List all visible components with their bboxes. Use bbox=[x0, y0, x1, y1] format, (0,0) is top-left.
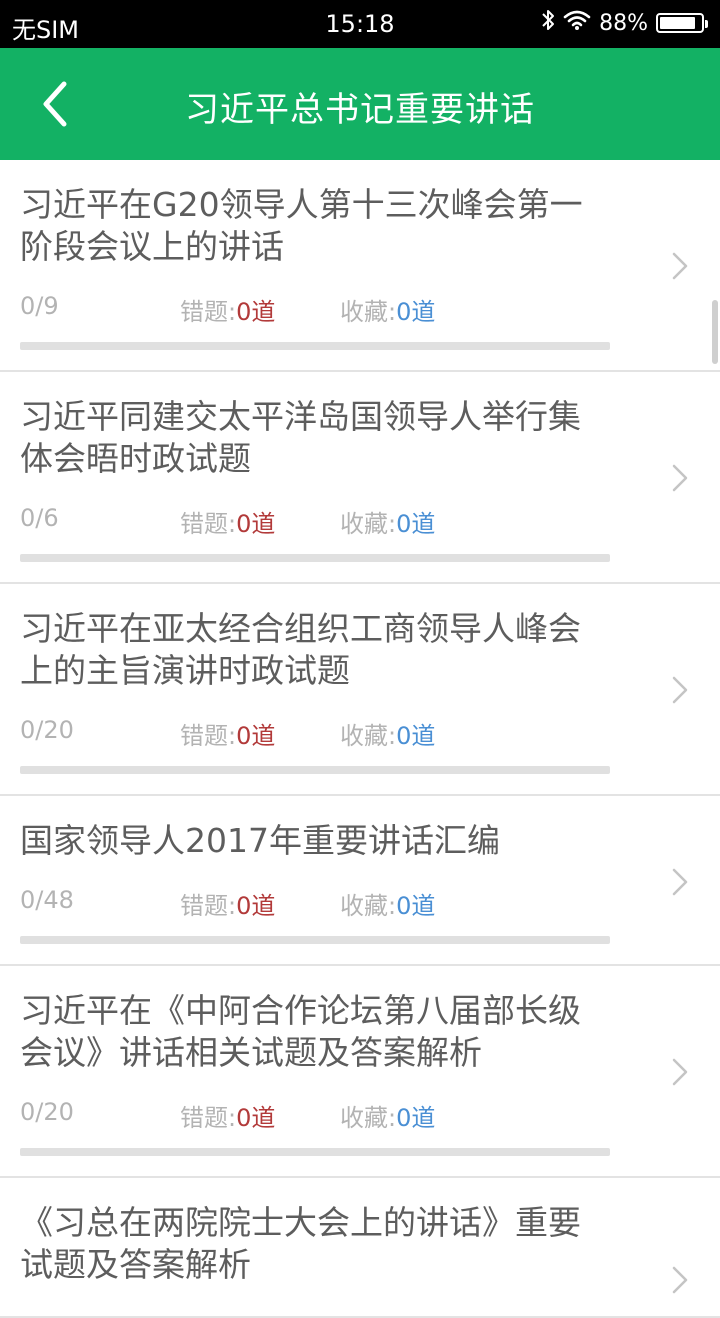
item-title: 《习总在两院院士大会上的讲话》重要试题及答案解析 bbox=[20, 1203, 581, 1284]
wrong-value: 0道 bbox=[236, 722, 276, 750]
progress-count: 0/20 bbox=[20, 1098, 74, 1126]
battery-icon bbox=[656, 13, 708, 33]
wrong-value: 0道 bbox=[236, 1104, 276, 1132]
wrong-value: 0道 bbox=[236, 510, 276, 538]
item-title: 国家领导人2017年重要讲话汇编 bbox=[20, 821, 500, 860]
wrong-value: 0道 bbox=[236, 892, 276, 920]
favorite-label: 收藏: bbox=[340, 298, 397, 326]
progress-bar bbox=[20, 1148, 610, 1156]
wrong-label: 错题: bbox=[180, 298, 237, 326]
page-title: 习近平总书记重要讲话 bbox=[185, 90, 535, 130]
favorite-label: 收藏: bbox=[340, 722, 397, 750]
wrong-count: 错题:0道 bbox=[180, 716, 275, 751]
wrong-count: 错题:0道 bbox=[180, 504, 275, 539]
bluetooth-icon bbox=[541, 8, 555, 38]
list-item[interactable]: 习近平在《中阿合作论坛第八届部长级会议》讲话相关试题及答案解析 0/20 错题:0道… bbox=[0, 966, 720, 1178]
list-item[interactable]: 国家领导人2017年重要讲话汇编 0/48 错题:0道 收藏:0道 bbox=[0, 796, 720, 966]
progress-bar bbox=[20, 554, 610, 562]
list-item[interactable]: 习近平在亚太经合组织工商领导人峰会上的主旨演讲时政试题 0/20 错题:0道 收藏:0… bbox=[0, 584, 720, 796]
progress-count: 0/20 bbox=[20, 716, 74, 744]
status-bar: 无SIM 15:18 88% bbox=[0, 0, 720, 48]
wrong-label: 错题: bbox=[180, 722, 237, 750]
wrong-count: 错题:0道 bbox=[180, 1098, 275, 1133]
progress-count: 0/6 bbox=[20, 504, 59, 532]
favorite-count: 收藏:0道 bbox=[340, 886, 435, 921]
status-icons: 88% bbox=[541, 8, 708, 38]
favorite-label: 收藏: bbox=[340, 1104, 397, 1132]
wrong-count: 错题:0道 bbox=[180, 292, 275, 327]
favorite-count: 收藏:0道 bbox=[340, 292, 435, 327]
battery-percent: 88% bbox=[599, 10, 648, 36]
chevron-right-icon bbox=[672, 464, 688, 492]
item-title: 习近平在亚太经合组织工商领导人峰会上的主旨演讲时政试题 bbox=[20, 609, 581, 690]
progress-count: 0/9 bbox=[20, 292, 59, 320]
wifi-icon bbox=[563, 9, 591, 37]
progress-bar bbox=[20, 766, 610, 774]
wrong-label: 错题: bbox=[180, 892, 237, 920]
wrong-label: 错题: bbox=[180, 510, 237, 538]
wrong-count: 错题:0道 bbox=[180, 886, 275, 921]
progress-bar bbox=[20, 936, 610, 944]
topic-list: 习近平在G20领导人第十三次峰会第一阶段会议上的讲话 0/9 错题:0道 收藏:0道习… bbox=[0, 160, 720, 1318]
battery-level bbox=[660, 17, 696, 29]
favorite-value: 0道 bbox=[396, 722, 436, 750]
wrong-label: 错题: bbox=[180, 1104, 237, 1132]
scrollbar[interactable] bbox=[712, 300, 718, 364]
chevron-right-icon bbox=[672, 1058, 688, 1086]
chevron-right-icon bbox=[672, 1266, 688, 1294]
favorite-count: 收藏:0道 bbox=[340, 1098, 435, 1133]
favorite-label: 收藏: bbox=[340, 510, 397, 538]
chevron-right-icon bbox=[672, 252, 688, 280]
favorite-count: 收藏:0道 bbox=[340, 716, 435, 751]
chevron-right-icon bbox=[672, 676, 688, 704]
wrong-value: 0道 bbox=[236, 298, 276, 326]
list-item[interactable]: 习近平在G20领导人第十三次峰会第一阶段会议上的讲话 0/9 错题:0道 收藏:0道 bbox=[0, 160, 720, 372]
nav-bar: 习近平总书记重要讲话 bbox=[0, 48, 720, 160]
favorite-value: 0道 bbox=[396, 892, 436, 920]
favorite-count: 收藏:0道 bbox=[340, 504, 435, 539]
progress-count: 0/48 bbox=[20, 886, 74, 914]
favorite-label: 收藏: bbox=[340, 892, 397, 920]
favorite-value: 0道 bbox=[396, 1104, 436, 1132]
list-item[interactable]: 《习总在两院院士大会上的讲话》重要试题及答案解析 bbox=[0, 1178, 720, 1318]
item-title: 习近平在G20领导人第十三次峰会第一阶段会议上的讲话 bbox=[20, 185, 583, 266]
chevron-right-icon bbox=[672, 868, 688, 896]
progress-bar bbox=[20, 342, 610, 350]
battery-cap bbox=[705, 20, 708, 28]
favorite-value: 0道 bbox=[396, 510, 436, 538]
item-title: 习近平在《中阿合作论坛第八届部长级会议》讲话相关试题及答案解析 bbox=[20, 991, 581, 1072]
favorite-value: 0道 bbox=[396, 298, 436, 326]
item-title: 习近平同建交太平洋岛国领导人举行集体会晤时政试题 bbox=[20, 397, 581, 478]
list-item[interactable]: 习近平同建交太平洋岛国领导人举行集体会晤时政试题 0/6 错题:0道 收藏:0道 bbox=[0, 372, 720, 584]
